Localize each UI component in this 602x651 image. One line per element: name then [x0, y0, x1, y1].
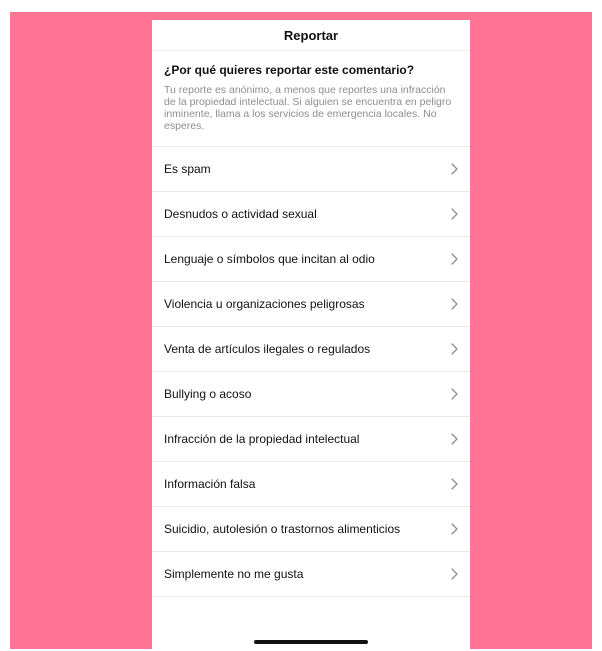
option-bullying[interactable]: Bullying o acoso	[152, 372, 470, 417]
option-label: Violencia u organizaciones peligrosas	[164, 297, 365, 311]
option-desnudos[interactable]: Desnudos o actividad sexual	[152, 192, 470, 237]
screenshot-canvas: Reportar ¿Por qué quieres reportar este …	[0, 0, 602, 651]
option-propiedad-intelectual[interactable]: Infracción de la propiedad intelectual	[152, 417, 470, 462]
option-es-spam[interactable]: Es spam	[152, 147, 470, 192]
report-question: ¿Por qué quieres reportar este comentari…	[164, 63, 415, 77]
chevron-right-icon	[450, 523, 458, 535]
report-options-list: Es spam Desnudos o actividad sexual Leng…	[152, 147, 470, 597]
option-label: Desnudos o actividad sexual	[164, 207, 317, 221]
option-violencia[interactable]: Violencia u organizaciones peligrosas	[152, 282, 470, 327]
chevron-right-icon	[450, 343, 458, 355]
home-indicator	[254, 640, 368, 644]
chevron-right-icon	[450, 298, 458, 310]
option-label: Lenguaje o símbolos que incitan al odio	[164, 252, 375, 266]
chevron-right-icon	[450, 478, 458, 490]
option-label: Infracción de la propiedad intelectual	[164, 432, 360, 446]
option-no-me-gusta[interactable]: Simplemente no me gusta	[152, 552, 470, 597]
chevron-right-icon	[450, 163, 458, 175]
chevron-right-icon	[450, 388, 458, 400]
chevron-right-icon	[450, 568, 458, 580]
chevron-right-icon	[450, 208, 458, 220]
sheet-header: Reportar	[152, 20, 470, 51]
option-label: Bullying o acoso	[164, 387, 252, 401]
option-label: Es spam	[164, 162, 211, 176]
report-intro: ¿Por qué quieres reportar este comentari…	[152, 51, 470, 147]
report-description: Tu reporte es anónimo, a menos que repor…	[164, 84, 452, 132]
option-label: Simplemente no me gusta	[164, 567, 304, 581]
option-suicidio[interactable]: Suicidio, autolesión o trastornos alimen…	[152, 507, 470, 552]
option-venta-articulos[interactable]: Venta de artículos ilegales o regulados	[152, 327, 470, 372]
option-label: Venta de artículos ilegales o regulados	[164, 342, 371, 356]
report-sheet: Reportar ¿Por qué quieres reportar este …	[152, 20, 470, 649]
option-label: Suicidio, autolesión o trastornos alimen…	[164, 522, 401, 536]
chevron-right-icon	[450, 433, 458, 445]
sheet-title: Reportar	[283, 27, 339, 43]
option-lenguaje-odio[interactable]: Lenguaje o símbolos que incitan al odio	[152, 237, 470, 282]
option-informacion-falsa[interactable]: Información falsa	[152, 462, 470, 507]
chevron-right-icon	[450, 253, 458, 265]
option-label: Información falsa	[164, 477, 256, 491]
